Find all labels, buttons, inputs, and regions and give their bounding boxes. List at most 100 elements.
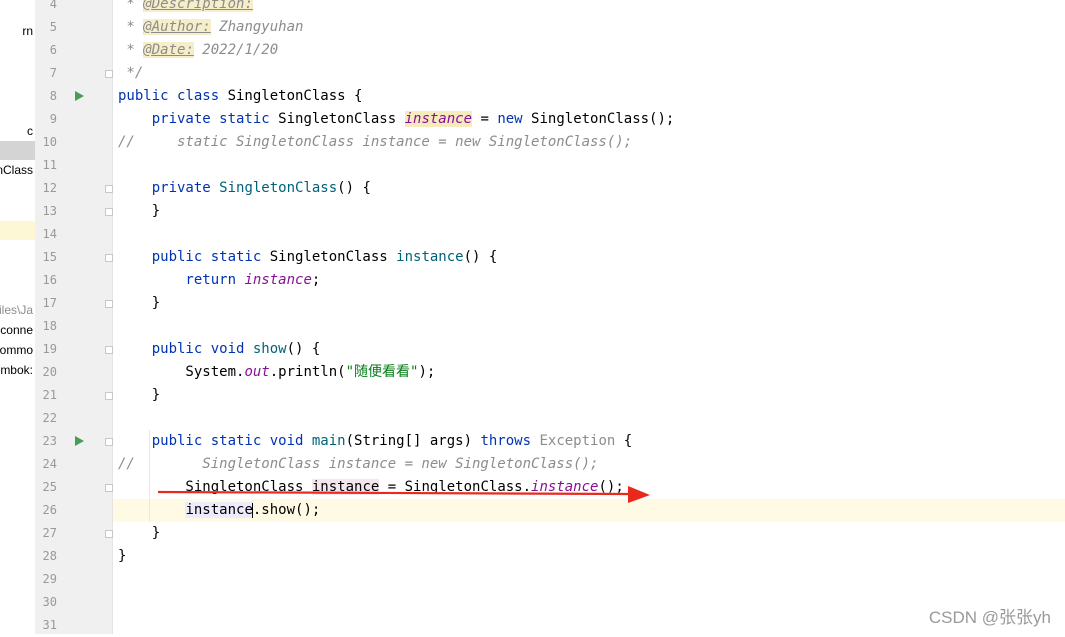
code-line[interactable]: } (118, 200, 160, 223)
fold-icon[interactable] (105, 70, 113, 78)
line-number[interactable]: 6 (35, 39, 57, 62)
run-icon[interactable] (75, 91, 84, 101)
line-number[interactable]: 21 (35, 384, 57, 407)
line-number[interactable]: 11 (35, 154, 57, 177)
line-number[interactable]: 26 (35, 499, 57, 522)
fold-icon[interactable] (105, 484, 113, 492)
code-line[interactable]: } (118, 545, 126, 568)
code-line[interactable]: } (118, 384, 160, 407)
code-line[interactable]: return instance; (118, 269, 320, 292)
line-number[interactable]: 18 (35, 315, 57, 338)
code-token: public void (118, 341, 253, 357)
project-tree-item[interactable]: ommo (0, 342, 33, 358)
project-tree-item[interactable]: Files\Ja (0, 302, 33, 318)
code-token: Zhangyuhan (210, 19, 304, 35)
project-tree-item[interactable]: c (27, 123, 33, 139)
code-token: } (118, 548, 127, 564)
code-token: @Author: (143, 19, 211, 35)
code-line[interactable]: public static void main(String[] args) t… (118, 430, 632, 453)
code-token: () { (286, 341, 321, 357)
line-number[interactable]: 22 (35, 407, 57, 430)
code-token: ; (311, 272, 321, 288)
line-number[interactable]: 20 (35, 361, 57, 384)
code-token: SingletonClass { (227, 88, 363, 104)
code-token: 2022/1/20 (193, 42, 279, 58)
line-number[interactable]: 23 (35, 430, 57, 453)
fold-icon[interactable] (105, 300, 113, 308)
project-tree-item[interactable]: rn (22, 23, 33, 39)
code-token: .println( (269, 364, 346, 380)
project-selected-row (0, 141, 35, 160)
code-line[interactable]: private static SingletonClass instance =… (118, 108, 674, 131)
line-number[interactable]: 16 (35, 269, 57, 292)
code-token: public static void (118, 433, 312, 449)
code-token: * (118, 42, 144, 58)
fold-icon[interactable] (105, 208, 113, 216)
fold-icon[interactable] (105, 438, 113, 446)
code-token: instance (396, 249, 464, 265)
project-highlight-row (0, 221, 35, 240)
code-line[interactable]: public class SingletonClass { (118, 85, 362, 108)
code-token: public static (118, 249, 270, 265)
line-number[interactable]: 7 (35, 62, 57, 85)
line-number[interactable]: 28 (35, 545, 57, 568)
code-line[interactable]: // static SingletonClass instance = new … (118, 131, 632, 154)
code-token: () { (337, 180, 371, 196)
line-number[interactable]: 19 (35, 338, 57, 361)
line-number[interactable]: 13 (35, 200, 57, 223)
code-line[interactable]: private SingletonClass() { (118, 177, 371, 200)
fold-icon[interactable] (105, 346, 113, 354)
code-line[interactable]: * @Date: 2022/1/20 (118, 39, 278, 62)
code-line[interactable]: } (118, 522, 160, 545)
code-token: instance (404, 111, 473, 127)
run-icon[interactable] (75, 436, 84, 446)
code-line[interactable]: * @Description: (118, 0, 253, 16)
code-token: } (118, 387, 161, 403)
code-token: * (118, 0, 144, 12)
code-line[interactable]: */ (118, 62, 143, 85)
line-number[interactable]: 24 (35, 453, 57, 476)
line-number[interactable]: 27 (35, 522, 57, 545)
code-line[interactable]: public static SingletonClass instance() … (118, 246, 498, 269)
line-number[interactable]: 30 (35, 591, 57, 614)
project-tree-item[interactable]: nClass (0, 162, 33, 178)
editor-gutter: 4 5 6 7 8 9 10 11 12 13 14 15 16 17 18 19 20 21 22 23 24 25 26… (35, 0, 113, 634)
code-token: System. (118, 364, 245, 380)
code-token: main (311, 433, 346, 449)
code-token: () { (463, 249, 498, 265)
code-line[interactable]: * @Author: Zhangyuhan (118, 16, 303, 39)
project-tree-item[interactable]: mbok: (0, 362, 33, 378)
line-number[interactable]: 8 (35, 85, 57, 108)
code-token: */ (118, 65, 144, 81)
code-token: // SingletonClass instance = new Singlet… (118, 456, 599, 472)
fold-icon[interactable] (105, 185, 113, 193)
line-number[interactable]: 10 (35, 131, 57, 154)
line-number[interactable]: 29 (35, 568, 57, 591)
code-token: * (118, 19, 144, 35)
line-number[interactable]: 15 (35, 246, 57, 269)
project-tree-item[interactable]: conne (0, 322, 33, 338)
line-number[interactable]: 14 (35, 223, 57, 246)
code-token: } (118, 525, 161, 541)
code-line[interactable]: System.out.println("随便看看"); (118, 361, 435, 384)
line-number[interactable]: 9 (35, 108, 57, 131)
code-token: // static SingletonClass instance = new … (118, 134, 633, 150)
line-number[interactable]: 17 (35, 292, 57, 315)
fold-icon[interactable] (105, 530, 113, 538)
line-number[interactable]: 12 (35, 177, 57, 200)
line-number[interactable]: 5 (35, 16, 57, 39)
line-number[interactable]: 25 (35, 476, 57, 499)
line-number[interactable]: 4 (35, 0, 57, 16)
fold-icon[interactable] (105, 254, 113, 262)
code-editor[interactable]: * @Description: * @Author: Zhangyuhan * … (113, 0, 1065, 634)
code-line[interactable]: // SingletonClass instance = new Singlet… (118, 453, 598, 476)
code-token: "随便看看" (345, 364, 419, 380)
code-token: Exception (539, 433, 616, 449)
code-token: throws (480, 433, 540, 449)
fold-icon[interactable] (105, 392, 113, 400)
code-token: ); (418, 364, 436, 380)
code-line[interactable]: public void show() { (118, 338, 321, 361)
code-token: = (472, 111, 498, 127)
red-annotation-arrow (157, 486, 650, 503)
code-line[interactable]: } (118, 292, 160, 315)
